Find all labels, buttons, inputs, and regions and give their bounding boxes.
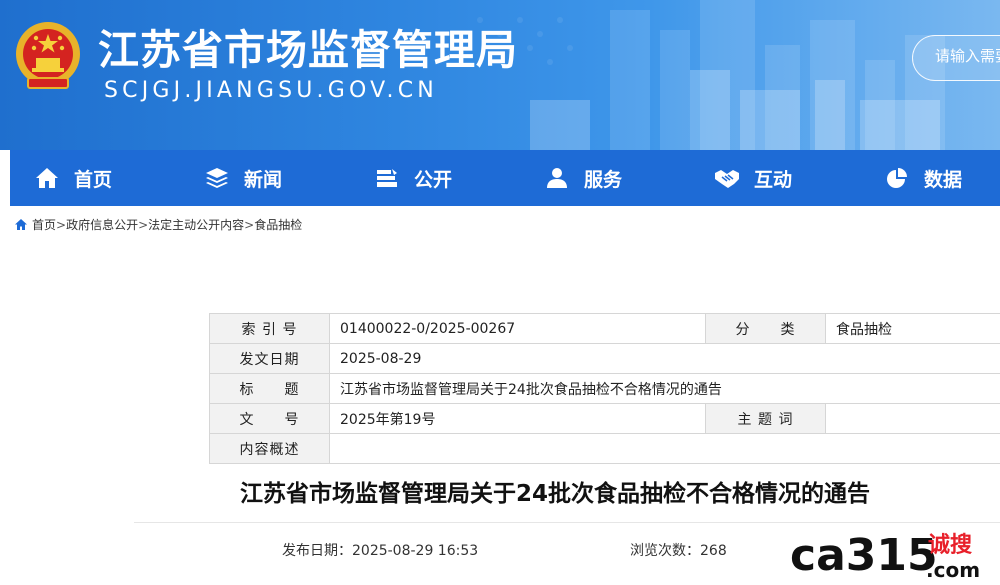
search-box[interactable] (912, 35, 1000, 81)
publish-value: 2025-08-29 16:53 (352, 543, 479, 559)
nav-item-label: 服务 (584, 168, 623, 191)
nav-item-label: 首页 (74, 168, 113, 191)
nav-item-public[interactable]: 公开 (350, 150, 520, 206)
home-icon (15, 219, 27, 230)
date-label: 发文日期 (209, 343, 330, 374)
header-banner: 江苏省市场监督管理局 SCJGJ.JIANGSU.GOV.CN (0, 0, 1000, 150)
handshake-icon (714, 165, 740, 191)
title-value: 江苏省市场监督管理局关于24批次食品抽检不合格情况的通告 (329, 373, 1000, 404)
category-value: 食品抽检 (825, 313, 1000, 344)
subject-value (825, 403, 1000, 434)
breadcrumb-food-sampling[interactable]: 食品抽检 (254, 216, 302, 233)
article-title: 江苏省市场监督管理局关于24批次食品抽检不合格情况的通告 (240, 481, 871, 507)
pie-chart-icon (884, 165, 910, 191)
title-label: 标 题 (209, 373, 330, 404)
breadcrumb-separator: > (138, 217, 149, 232)
breadcrumb-gov-info[interactable]: 政府信息公开 (66, 216, 138, 233)
nav-item-interact[interactable]: 互动 (690, 150, 860, 206)
nav-item-label: 互动 (754, 168, 793, 191)
nav-item-label: 公开 (414, 168, 453, 191)
table-row: 索 引 号 01400022-0/2025-00267 分 类 食品抽检 (209, 313, 1000, 344)
breadcrumb: 首页 > 政府信息公开 > 法定主动公开内容 > 食品抽检 (14, 216, 302, 233)
docno-label: 文 号 (209, 403, 330, 434)
site-url: SCJGJ.JIANGSU.GOV.CN (104, 78, 438, 103)
main-nav: 首页 新闻 公开 服务 互动 数据 (10, 150, 1000, 206)
table-row: 标 题 江苏省市场监督管理局关于24批次食品抽检不合格情况的通告 (209, 373, 1000, 404)
national-emblem-icon (16, 22, 80, 89)
watermark-brand: ca315 (790, 530, 938, 581)
summary-label: 内容概述 (209, 433, 330, 464)
folder-icon (374, 165, 400, 191)
publish-date: 发布日期：2025-08-29 16:53 (282, 540, 478, 560)
search-input[interactable] (935, 47, 1000, 65)
nav-item-home[interactable]: 首页 (10, 150, 180, 206)
views-label: 浏览次数： (630, 543, 700, 559)
nav-item-news[interactable]: 新闻 (180, 150, 350, 206)
watermark-cn: 诚搜 (928, 533, 973, 558)
summary-value (329, 433, 1000, 464)
views-value: 268 (700, 543, 727, 559)
watermark-logo: ca315 诚搜 .com (790, 530, 980, 582)
date-value: 2025-08-29 (329, 343, 1000, 374)
site-title: 江苏省市场监督管理局 (98, 26, 518, 74)
nav-item-service[interactable]: 服务 (520, 150, 690, 206)
stack-icon (204, 165, 230, 191)
breadcrumb-separator: > (56, 217, 67, 232)
subject-label: 主 题 词 (705, 403, 826, 434)
document-info-table: 索 引 号 01400022-0/2025-00267 分 类 食品抽检 发文日… (209, 313, 1000, 464)
breadcrumb-separator: > (244, 217, 255, 232)
nav-item-data[interactable]: 数据 (860, 150, 1000, 206)
docno-value: 2025年第19号 (329, 403, 706, 434)
view-count: 浏览次数：268 (630, 540, 727, 560)
publish-label: 发布日期： (282, 543, 352, 559)
category-label: 分 类 (705, 313, 826, 344)
users-icon (544, 165, 570, 191)
index-value: 01400022-0/2025-00267 (329, 313, 706, 344)
breadcrumb-home[interactable]: 首页 (32, 216, 56, 233)
index-label: 索 引 号 (209, 313, 330, 344)
table-row: 发文日期 2025-08-29 (209, 343, 1000, 374)
page: 江苏省市场监督管理局 SCJGJ.JIANGSU.GOV.CN 首页 新闻 公开 (0, 0, 1000, 585)
breadcrumb-legal-content[interactable]: 法定主动公开内容 (148, 216, 244, 233)
nav-item-label: 新闻 (244, 168, 283, 191)
home-icon (34, 165, 60, 191)
watermark-suffix: .com (926, 558, 980, 582)
nav-item-label: 数据 (924, 168, 963, 191)
table-row: 内容概述 (209, 433, 1000, 464)
table-row: 文 号 2025年第19号 主 题 词 (209, 403, 1000, 434)
